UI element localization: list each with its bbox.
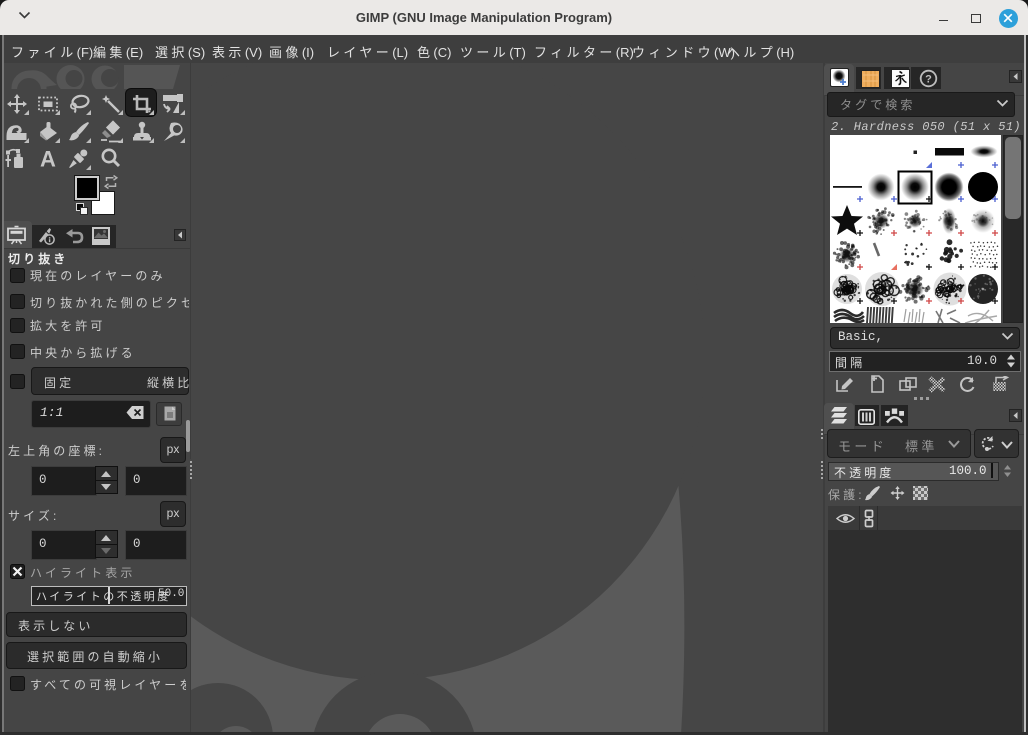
svg-text:?: ?	[925, 74, 932, 86]
svg-text:A: A	[40, 147, 56, 171]
